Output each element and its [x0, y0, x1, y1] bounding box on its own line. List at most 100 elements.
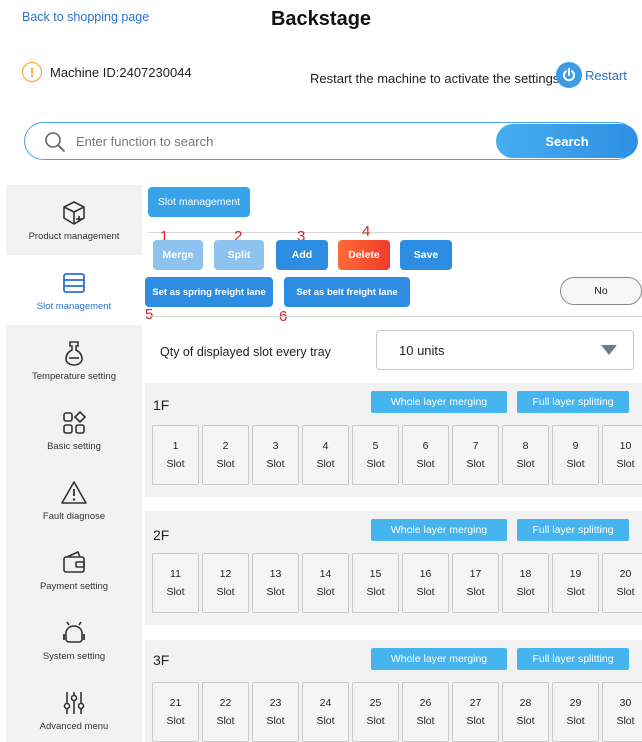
delete-button[interactable]: Delete: [338, 240, 390, 270]
spring-freight-lane-button[interactable]: Set as spring freight lane: [145, 277, 273, 307]
merge-button[interactable]: Merge: [153, 240, 203, 270]
slot-word: Slot: [316, 458, 335, 470]
sidebar-item-advanced-menu[interactable]: Advanced menu: [6, 675, 142, 742]
whole-layer-merge-button[interactable]: Whole layer merging: [371, 648, 507, 670]
search-icon: [45, 132, 65, 152]
sidebar-item-system-setting[interactable]: System setting: [6, 605, 142, 675]
sidebar-item-payment-setting[interactable]: Payment setting: [6, 535, 142, 605]
slot-word: Slot: [616, 458, 635, 470]
slot-tile[interactable]: 24 Slot: [302, 682, 349, 742]
slot-number: 10: [619, 440, 632, 452]
divider: [148, 232, 642, 233]
slot-tile[interactable]: 7 Slot: [452, 425, 499, 485]
slot-tile[interactable]: 18 Slot: [502, 553, 549, 613]
slot-tile[interactable]: 21 Slot: [152, 682, 199, 742]
slot-word: Slot: [166, 458, 185, 470]
slot-tile[interactable]: 25 Slot: [352, 682, 399, 742]
whole-layer-merge-button[interactable]: Whole layer merging: [371, 519, 507, 541]
qty-slot-select[interactable]: 10 units: [376, 330, 634, 370]
slot-tile[interactable]: 20 Slot: [602, 553, 642, 613]
slot-tile[interactable]: 10 Slot: [602, 425, 642, 485]
slot-number: 24: [319, 697, 332, 709]
slot-number: 27: [469, 697, 482, 709]
slot-word: Slot: [366, 586, 385, 598]
sidebar-item-label: System setting: [42, 650, 106, 662]
slot-tile[interactable]: 14 Slot: [302, 553, 349, 613]
belt-freight-lane-button[interactable]: Set as belt freight lane: [284, 277, 410, 307]
sidebar-item-label: Fault diagnose: [42, 510, 106, 522]
slot-tile[interactable]: 2 Slot: [202, 425, 249, 485]
full-layer-split-button[interactable]: Full layer splitting: [517, 391, 629, 413]
robot-icon: [63, 621, 85, 643]
slot-tile[interactable]: 5 Slot: [352, 425, 399, 485]
slot-word: Slot: [266, 586, 285, 598]
sidebar-item-product-management[interactable]: Product management: [6, 185, 142, 255]
slot-tile[interactable]: 11 Slot: [152, 553, 199, 613]
layer-panel-3f: 3F Whole layer merging Full layer splitt…: [145, 640, 642, 742]
slot-word: Slot: [216, 715, 235, 727]
annotation-5: 5: [145, 306, 154, 323]
search-input[interactable]: [76, 128, 486, 154]
sidebar-item-temperature-setting[interactable]: Temperature setting: [6, 325, 142, 395]
sidebar-item-label: Slot management: [36, 300, 112, 312]
slot-tile[interactable]: 13 Slot: [252, 553, 299, 613]
wallet-icon: [63, 550, 85, 573]
slot-tile[interactable]: 19 Slot: [552, 553, 599, 613]
slot-number: 13: [269, 568, 282, 580]
sidebar-item-label: Advanced menu: [39, 720, 109, 732]
slot-tile[interactable]: 16 Slot: [402, 553, 449, 613]
qty-slot-label: Qty of displayed slot every tray: [160, 345, 331, 359]
machine-id-text: Machine ID:2407230044: [50, 64, 192, 80]
slot-tile[interactable]: 15 Slot: [352, 553, 399, 613]
slot-number: 17: [469, 568, 482, 580]
slot-tile[interactable]: 27 Slot: [452, 682, 499, 742]
full-layer-split-button[interactable]: Full layer splitting: [517, 519, 629, 541]
slot-tile[interactable]: 29 Slot: [552, 682, 599, 742]
slot-number: 9: [572, 440, 579, 452]
slot-number: 20: [619, 568, 632, 580]
slot-number: 18: [519, 568, 532, 580]
slot-tile[interactable]: 9 Slot: [552, 425, 599, 485]
full-layer-split-button[interactable]: Full layer splitting: [517, 648, 629, 670]
slot-number: 1: [172, 440, 179, 452]
slot-number: 16: [419, 568, 432, 580]
temperature-icon: [65, 340, 83, 366]
slot-tile[interactable]: 6 Slot: [402, 425, 449, 485]
slot-tile[interactable]: 22 Slot: [202, 682, 249, 742]
slot-tile[interactable]: 26 Slot: [402, 682, 449, 742]
sidebar-item-label: Temperature setting: [32, 370, 116, 382]
slot-tile[interactable]: 12 Slot: [202, 553, 249, 613]
split-button[interactable]: Split: [214, 240, 264, 270]
slot-tile[interactable]: 23 Slot: [252, 682, 299, 742]
add-button[interactable]: Add: [276, 240, 328, 270]
save-button[interactable]: Save: [400, 240, 452, 270]
slot-tile[interactable]: 17 Slot: [452, 553, 499, 613]
slot-number: 12: [219, 568, 232, 580]
slot-tile[interactable]: 8 Slot: [502, 425, 549, 485]
slot-word: Slot: [316, 715, 335, 727]
slot-tile[interactable]: 3 Slot: [252, 425, 299, 485]
restart-button[interactable]: Restart: [556, 62, 627, 88]
machine-id-row: ! Machine ID:2407230044: [22, 62, 192, 82]
sidebar: Product management Slot management Tempe…: [6, 185, 142, 742]
whole-layer-merge-button[interactable]: Whole layer merging: [371, 391, 507, 413]
dropdown-arrow-icon: [601, 345, 617, 355]
search-button[interactable]: Search: [496, 124, 638, 158]
slot-tile[interactable]: 4 Slot: [302, 425, 349, 485]
slot-number: 8: [522, 440, 529, 452]
box-icon: [63, 200, 85, 225]
page-title: Backstage: [270, 8, 372, 30]
sidebar-item-slot-management[interactable]: Slot management: [6, 255, 142, 325]
slot-number: 2: [222, 440, 229, 452]
slot-number: 15: [369, 568, 382, 580]
slot-number: 7: [472, 440, 479, 452]
lane-type-toggle[interactable]: No: [560, 277, 642, 305]
sidebar-item-fault-diagnose[interactable]: Fault diagnose: [6, 465, 142, 535]
slot-word: Slot: [466, 715, 485, 727]
section-tag-slot-management[interactable]: Slot management: [148, 187, 250, 217]
slot-tile[interactable]: 1 Slot: [152, 425, 199, 485]
sidebar-item-basic-setting[interactable]: Basic setting: [6, 395, 142, 465]
slot-word: Slot: [566, 715, 585, 727]
slot-tile[interactable]: 30 Slot: [602, 682, 642, 742]
slot-tile[interactable]: 28 Slot: [502, 682, 549, 742]
